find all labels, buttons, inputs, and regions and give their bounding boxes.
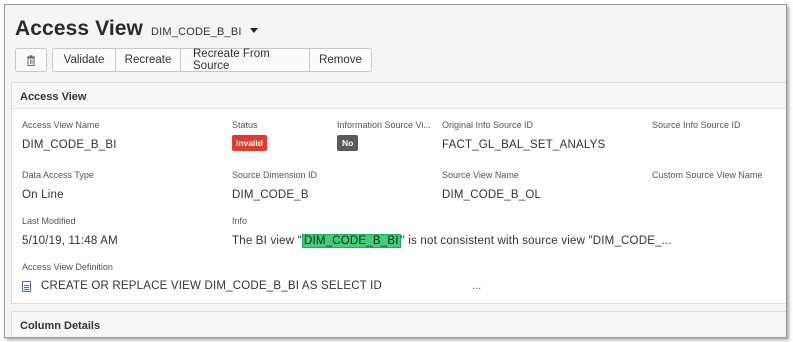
field-value: DIM_CODE_B — [232, 189, 309, 201]
field-value: DIM_CODE_B_BI — [22, 139, 117, 151]
validate-button[interactable]: Validate — [52, 48, 115, 72]
delete-button[interactable] — [15, 48, 47, 72]
field-label: Access View Name — [22, 120, 100, 130]
field-original-info-source-id: Original Info Source ID FACT_GL_BAL_SET_… — [442, 120, 605, 151]
field-source-dimension-id: Source Dimension ID DIM_CODE_B — [232, 170, 317, 201]
app-window: Access View DIM_CODE_B_BI Validate Recre… — [4, 4, 787, 338]
field-info: Info The BI view " DIM_CODE_B_BI " is not … — [232, 216, 672, 248]
info-prefix: The BI view " — [232, 235, 302, 247]
definition-value: CREATE OR REPLACE VIEW DIM_CODE_B_BI AS … — [41, 280, 383, 292]
section-header-column-details[interactable]: Column Details — [12, 312, 786, 337]
column-details-section: Column Details — [11, 311, 786, 337]
trash-icon — [27, 54, 35, 66]
page-title: Access View — [15, 17, 143, 40]
field-source-info-source-id: Source Info Source ID — [652, 120, 741, 139]
field-status: Status Invalid — [232, 120, 267, 151]
field-value: On Line — [22, 189, 64, 201]
field-last-modified: Last Modified 5/10/19, 11:48 AM — [22, 216, 118, 247]
field-label: Source View Name — [442, 170, 519, 180]
status-badge: Invalid — [232, 135, 267, 151]
access-view-section: Access View Access View Name DIM_CODE_B_… — [11, 82, 786, 304]
field-label: Source Info Source ID — [652, 120, 741, 130]
field-label: Last Modified — [22, 216, 76, 226]
chevron-down-icon[interactable] — [249, 28, 258, 33]
highlighted-view-name: DIM_CODE_B_BI — [301, 234, 401, 248]
info-message: The BI view " DIM_CODE_B_BI " is not consi… — [232, 234, 672, 248]
field-source-view-name: Source View Name DIM_CODE_B_OL — [442, 170, 541, 201]
remove-button[interactable]: Remove — [309, 48, 372, 72]
view-name-dropdown[interactable]: DIM_CODE_B_BI — [151, 26, 242, 38]
field-label: Data Access Type — [22, 170, 94, 180]
field-data-access-type: Data Access Type On Line — [22, 170, 94, 201]
recreate-from-source-button[interactable]: Recreate From Source — [180, 48, 309, 72]
field-access-view-definition: Access View Definition CREATE OR REPLACE… — [22, 262, 481, 292]
field-label: Information Source Vi... — [337, 120, 431, 130]
document-icon[interactable] — [22, 280, 31, 292]
field-custom-source-view-name: Custom Source View Name — [652, 170, 762, 189]
field-label: Status — [232, 120, 258, 130]
field-value: 5/10/19, 11:48 AM — [22, 235, 118, 247]
field-value: DIM_CODE_B_OL — [442, 189, 542, 201]
action-button-group: Validate Recreate Recreate From Source R… — [52, 48, 372, 72]
information-source-badge: No — [337, 135, 359, 151]
field-label: Info — [232, 216, 248, 226]
recreate-button[interactable]: Recreate — [115, 48, 180, 72]
section-header-access-view: Access View — [12, 83, 786, 109]
field-label: Access View Definition — [22, 262, 113, 272]
field-value: FACT_GL_BAL_SET_ANALYS — [442, 139, 606, 151]
field-label: Source Dimension ID — [232, 170, 318, 180]
field-label: Custom Source View Name — [652, 170, 763, 180]
field-label: Original Info Source ID — [442, 120, 534, 130]
field-information-source: Information Source Vi... No — [337, 120, 431, 151]
definition-row[interactable]: CREATE OR REPLACE VIEW DIM_CODE_B_BI AS … — [22, 280, 481, 292]
definition-ellipsis[interactable]: ... — [472, 280, 481, 292]
info-suffix: " is not consistent with source view "DI… — [400, 235, 672, 247]
page-header: Access View DIM_CODE_B_BI — [15, 17, 258, 45]
field-access-view-name: Access View Name DIM_CODE_B_BI — [22, 120, 117, 151]
toolbar: Validate Recreate Recreate From Source R… — [15, 48, 372, 72]
